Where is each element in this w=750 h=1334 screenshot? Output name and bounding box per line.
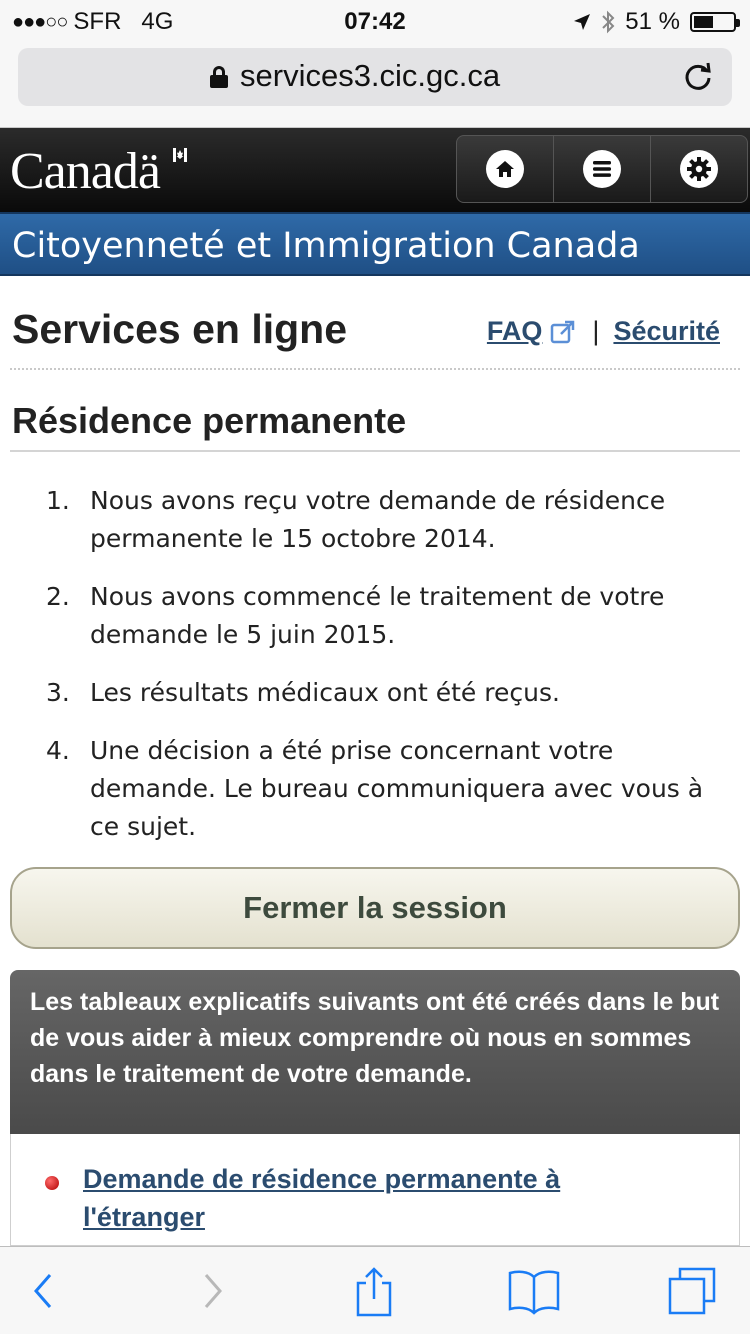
faq-link[interactable]: FAQ [487,316,543,347]
list-item: 4. Une décision a été prise concernant vo… [46,732,726,846]
list-item-number: 4. [46,736,70,765]
list-item-text: Nous avons commencé le traitement de vot… [90,582,665,649]
forward-icon[interactable] [184,1265,240,1317]
status-right: 51 % [573,8,740,36]
reload-icon[interactable] [682,60,714,92]
menu-button[interactable] [554,136,651,202]
pr-abroad-link[interactable]: Demande de résidence permanente à l'étra… [83,1160,683,1236]
department-banner: Citoyenneté et Immigration Canada [0,212,750,276]
info-box: Les tableaux explicatifs suivants ont ét… [10,970,740,1134]
list-item-number: 2. [46,582,70,611]
dotted-divider [10,368,740,370]
section-title: Résidence permanente [12,400,407,441]
security-link[interactable]: Sécurité [613,316,720,347]
canada-wordmark-logo[interactable]: Canadä [10,142,161,201]
list-item-number: 1. [46,486,70,515]
list-item: 1. Nous avons reçu votre demande de résid… [46,482,726,558]
settings-gear-icon [680,150,718,188]
battery-fill [694,16,713,28]
bookmarks-icon[interactable] [506,1265,562,1317]
list-item-text: Nous avons reçu votre demande de résiden… [90,486,666,553]
gc-header: Canadä [0,128,750,212]
list-item-text: Une décision a été prise concernant votr… [90,736,704,841]
battery-icon [690,12,740,32]
home-icon [486,150,524,188]
tabs-icon[interactable] [664,1265,720,1317]
bluetooth-icon [602,10,615,34]
lock-icon [210,66,228,88]
red-bullet-icon [45,1176,59,1190]
external-link-icon [551,320,575,343]
battery-percent: 51 % [625,8,680,35]
menu-icon [583,150,621,188]
list-item-text: Les résultats médicaux ont été reçus. [90,678,560,707]
section-divider [10,450,740,452]
settings-button[interactable] [651,136,747,202]
list-item-number: 3. [46,678,70,707]
status-bar: ●●●○○ SFR 4G 07:42 51 % [0,0,750,40]
application-status-list: 1. Nous avons reçu votre demande de résid… [46,482,726,866]
url-text: services3.cic.gc.ca [240,58,501,93]
department-title[interactable]: Citoyenneté et Immigration Canada [12,226,640,266]
link-separator: | [592,316,600,346]
logout-button[interactable]: Fermer la session [10,867,740,949]
address-field[interactable]: services3.cic.gc.ca [18,48,732,106]
battery-tip [736,19,740,27]
header-nav-buttons [456,135,748,203]
browser-toolbar [0,1246,750,1334]
explanatory-links-panel: Demande de résidence permanente à l'étra… [10,1134,740,1246]
back-icon[interactable] [16,1265,72,1317]
top-links: FAQ | Sécurité [487,316,720,347]
info-text: Les tableaux explicatifs suivants ont ét… [30,988,720,1088]
page-title: Services en ligne [12,306,348,352]
maple-leaf-icon [173,148,187,162]
location-arrow-icon [574,14,591,30]
share-icon[interactable] [346,1265,402,1317]
list-item: 3. Les résultats médicaux ont été reçus. [46,674,726,712]
home-button[interactable] [457,136,554,202]
list-item: 2. Nous avons commencé le traitement de v… [46,578,726,654]
browser-address-area: services3.cic.gc.ca [0,40,750,128]
